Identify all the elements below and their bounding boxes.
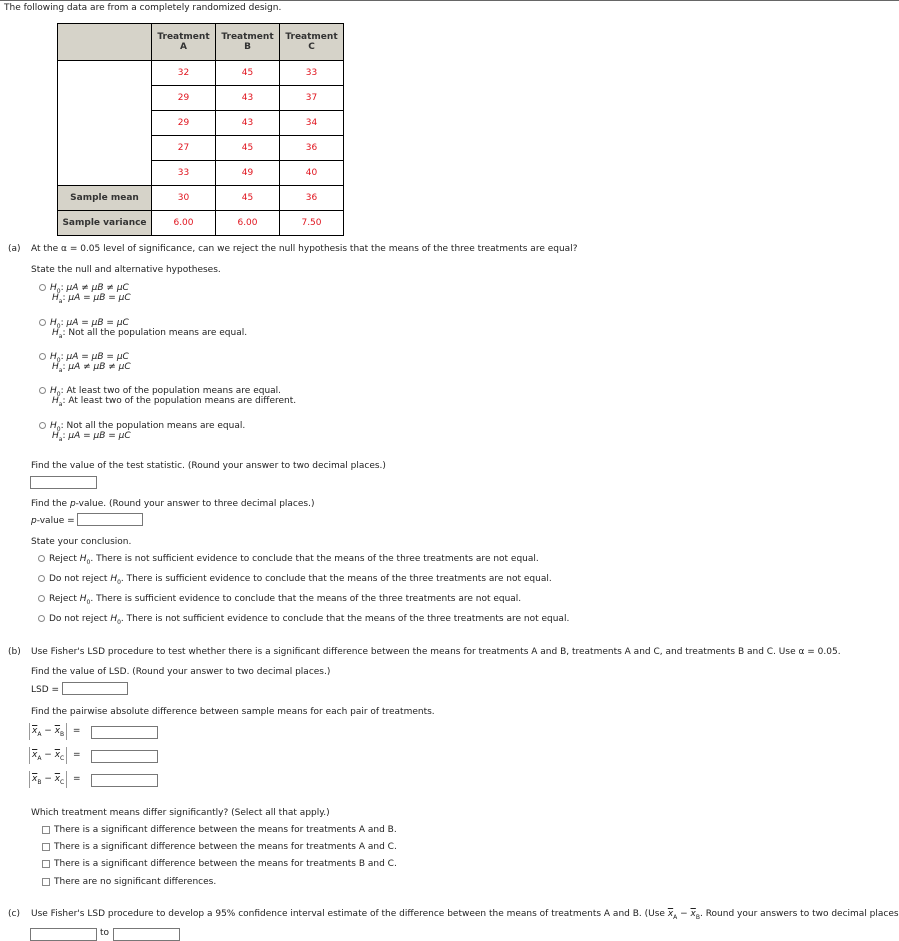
h0-text: Not all the population means are equal.: [66, 421, 246, 431]
radio-button[interactable]: [39, 422, 46, 429]
pair-ac-input[interactable]: [91, 750, 158, 763]
part-c-label: (c): [8, 909, 20, 919]
pair-ab-input[interactable]: [91, 726, 158, 739]
blank-label-cell: [57, 60, 152, 186]
conclusion-option-2[interactable]: Do not reject H0. There is sufficient ev…: [38, 574, 552, 586]
ha-text: μA = μB = μC: [68, 293, 131, 303]
test-statistic-prompt: Find the value of the test statistic. (R…: [31, 461, 386, 471]
sample-variance-row: Sample variance 6.00 6.00 7.50: [57, 210, 344, 236]
cell: 43: [215, 85, 280, 111]
checkbox[interactable]: [42, 842, 50, 851]
part-a-label: (a): [8, 244, 21, 254]
variance-b: 6.00: [215, 210, 280, 236]
sample-mean-row: Sample mean 30 45 36: [57, 185, 344, 211]
radio-button[interactable]: [38, 595, 45, 602]
sample-mean-label: Sample mean: [57, 185, 152, 211]
part-b-question: Use Fisher's LSD procedure to test wheth…: [31, 647, 841, 657]
table-header-row: Treatment A Treatment B Treatment C: [57, 23, 344, 61]
radio-button[interactable]: [39, 319, 46, 326]
radio-button[interactable]: [38, 575, 45, 582]
pvalue-label: p-value =: [31, 516, 75, 526]
mean-a: 30: [151, 185, 216, 211]
hypothesis-option-1[interactable]: H0: μA ≠ μB ≠ μC Ha: μA = μB = μC: [39, 283, 131, 305]
cell: 45: [215, 135, 280, 161]
cell: 29: [151, 110, 216, 136]
cell: 33: [279, 60, 344, 86]
cell: 29: [151, 85, 216, 111]
pairwise-prompt: Find the pairwise absolute difference be…: [31, 707, 435, 717]
lsd-prompt: Find the value of LSD. (Round your answe…: [31, 667, 331, 677]
variance-c: 7.50: [279, 210, 344, 236]
cell: 34: [279, 110, 344, 136]
header-treatment-c: Treatment C: [279, 23, 344, 61]
part-a-question: At the α = 0.05 level of significance, c…: [31, 244, 578, 254]
hypothesis-option-3[interactable]: H0: μA = μB = μC Ha: μA ≠ μB ≠ μC: [39, 352, 131, 374]
radio-button[interactable]: [38, 555, 45, 562]
cell: 36: [279, 135, 344, 161]
pvalue-prompt: Find the p-value. (Round your answer to …: [31, 499, 315, 509]
ha-text: Not all the population means are equal.: [68, 328, 248, 338]
h0-text: μA = μB = μC: [66, 318, 129, 328]
checkbox[interactable]: [42, 877, 50, 886]
h0-text: μA ≠ μB ≠ μC: [66, 283, 129, 293]
mean-b: 45: [215, 185, 280, 211]
conclusion-option-1[interactable]: Reject H0. There is not sufficient evide…: [38, 554, 539, 566]
variance-a: 6.00: [151, 210, 216, 236]
hypothesis-option-2[interactable]: H0: μA = μB = μC Ha: Not all the populat…: [39, 318, 248, 340]
cell: 37: [279, 85, 344, 111]
h0-text: At least two of the population means are…: [66, 386, 282, 396]
table-row: 32 45 33: [57, 60, 344, 186]
intro-text: The following data are from a completely…: [4, 3, 282, 13]
ci-lower-input[interactable]: [30, 928, 97, 941]
conclusion-option-3[interactable]: Reject H0. There is sufficient evidence …: [38, 594, 521, 606]
ci-upper-input[interactable]: [113, 928, 180, 941]
table-corner: [57, 23, 152, 61]
header-treatment-a: Treatment A: [151, 23, 216, 61]
radio-button[interactable]: [39, 353, 46, 360]
lsd-input[interactable]: [62, 682, 128, 695]
cell: 33: [151, 160, 216, 186]
hypothesis-option-5[interactable]: H0: Not all the population means are equ…: [39, 421, 246, 443]
radio-button[interactable]: [39, 284, 46, 291]
cell: 43: [215, 110, 280, 136]
differ-prompt: Which treatment means differ significant…: [31, 808, 330, 818]
differ-option-bc[interactable]: There is a significant difference betwee…: [42, 859, 397, 869]
radio-button[interactable]: [39, 387, 46, 394]
part-b-label: (b): [8, 647, 21, 657]
differ-option-ab[interactable]: There is a significant difference betwee…: [42, 825, 397, 835]
pvalue-input[interactable]: [77, 513, 143, 526]
ha-text: At least two of the population means are…: [68, 396, 297, 406]
part-c-question: Use Fisher's LSD procedure to develop a …: [31, 909, 899, 921]
radio-button[interactable]: [38, 615, 45, 622]
top-border: [0, 0, 899, 1]
cell: 32: [151, 60, 216, 86]
h0-text: μA = μB = μC: [66, 352, 129, 362]
cell: 49: [215, 160, 280, 186]
header-treatment-b: Treatment B: [215, 23, 280, 61]
lsd-label: LSD =: [31, 685, 60, 695]
pair-bc-label: xB − xC =: [29, 771, 81, 788]
cell: 45: [215, 60, 280, 86]
ha-text: μA = μB = μC: [68, 431, 131, 441]
hypotheses-prompt: State the null and alternative hypothese…: [31, 265, 221, 275]
conclusion-option-4[interactable]: Do not reject H0. There is not sufficien…: [38, 614, 569, 626]
pair-ac-label: xA − xC =: [29, 747, 81, 764]
cell: 27: [151, 135, 216, 161]
pair-bc-input[interactable]: [91, 774, 158, 787]
differ-option-none[interactable]: There are no significant differences.: [42, 877, 216, 887]
test-statistic-input[interactable]: [30, 476, 97, 489]
ha-text: μA ≠ μB ≠ μC: [68, 362, 131, 372]
hypothesis-option-4[interactable]: H0: At least two of the population means…: [39, 386, 297, 408]
sample-variance-label: Sample variance: [57, 210, 152, 236]
conclusion-prompt: State your conclusion.: [31, 537, 132, 547]
checkbox[interactable]: [42, 859, 50, 868]
mean-c: 36: [279, 185, 344, 211]
pair-ab-label: xA − xB =: [29, 723, 80, 740]
data-table: Treatment A Treatment B Treatment C 32 45 3…: [57, 23, 344, 236]
differ-option-ac[interactable]: There is a significant difference betwee…: [42, 842, 397, 852]
checkbox[interactable]: [42, 825, 50, 834]
cell: 40: [279, 160, 344, 186]
